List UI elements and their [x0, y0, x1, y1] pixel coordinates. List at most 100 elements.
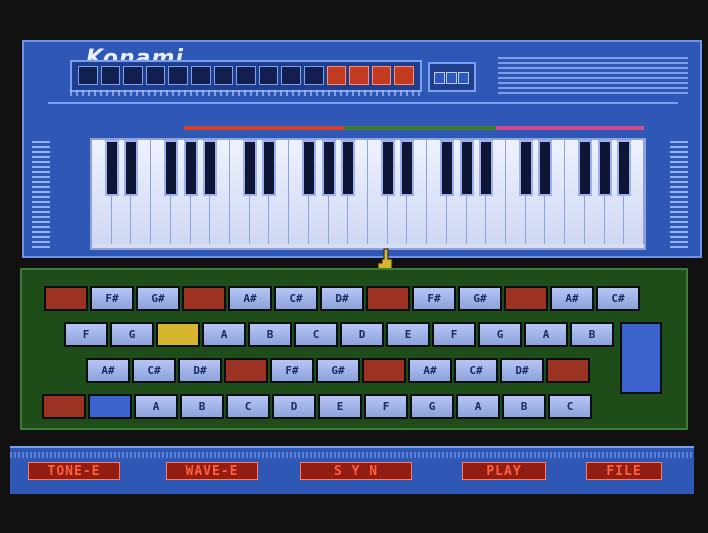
control-key[interactable]: [546, 358, 590, 383]
panel-divider: [48, 102, 678, 104]
control-key[interactable]: A#: [408, 358, 452, 383]
range-indicator-red: [184, 126, 344, 130]
bottom-menu: TONE-E WAVE-E S Y N PLAY FILE: [10, 446, 694, 494]
enter-key[interactable]: [620, 322, 662, 394]
black-key[interactable]: [577, 140, 592, 196]
control-key[interactable]: G#: [136, 286, 180, 311]
control-key[interactable]: G: [478, 322, 522, 347]
control-key[interactable]: G#: [316, 358, 360, 383]
control-key[interactable]: C: [548, 394, 592, 419]
synth-screen: Konami F# G# A# C# D# F# G# A# C# F G A B C D E F G A B A# C#…: [0, 0, 708, 533]
play-button[interactable]: PLAY: [462, 462, 546, 480]
control-key[interactable]: C#: [274, 286, 318, 311]
lcd-cell: [349, 66, 369, 85]
control-key[interactable]: B: [502, 394, 546, 419]
control-key[interactable]: C#: [132, 358, 176, 383]
control-key[interactable]: A#: [86, 358, 130, 383]
control-key[interactable]: E: [318, 394, 362, 419]
control-key[interactable]: F: [432, 322, 476, 347]
control-key[interactable]: D: [340, 322, 384, 347]
lcd-cell: [190, 66, 211, 85]
lcd-cell: [78, 66, 98, 85]
file-button[interactable]: FILE: [586, 462, 662, 480]
lcd-cell: [168, 66, 188, 85]
black-key[interactable]: [321, 140, 336, 196]
black-key[interactable]: [262, 140, 277, 196]
black-key[interactable]: [183, 140, 198, 196]
volume-box[interactable]: [428, 62, 476, 92]
control-key[interactable]: [44, 286, 88, 311]
lcd-cell: [258, 66, 279, 85]
piano-keyboard[interactable]: [90, 138, 646, 250]
control-key[interactable]: F: [364, 394, 408, 419]
black-key[interactable]: [597, 140, 612, 196]
black-key[interactable]: [617, 140, 632, 196]
left-vent: [32, 138, 50, 248]
control-key[interactable]: G#: [458, 286, 502, 311]
control-key[interactable]: A#: [550, 286, 594, 311]
black-key[interactable]: [301, 140, 316, 196]
control-key[interactable]: [182, 286, 226, 311]
black-key[interactable]: [104, 140, 119, 196]
black-key[interactable]: [518, 140, 533, 196]
black-key[interactable]: [538, 140, 553, 196]
control-key[interactable]: [504, 286, 548, 311]
control-key[interactable]: D#: [178, 358, 222, 383]
control-key[interactable]: C#: [454, 358, 498, 383]
control-key[interactable]: [366, 286, 410, 311]
lcd-cell: [326, 66, 347, 85]
control-key[interactable]: F: [64, 322, 108, 347]
control-key[interactable]: A#: [228, 286, 272, 311]
black-key[interactable]: [341, 140, 356, 196]
black-key[interactable]: [203, 140, 218, 196]
lcd-display: [70, 60, 422, 92]
control-key[interactable]: F#: [270, 358, 314, 383]
control-key[interactable]: C: [294, 322, 338, 347]
menu-strip: [10, 452, 694, 458]
black-key[interactable]: [439, 140, 454, 196]
control-key[interactable]: D#: [320, 286, 364, 311]
control-key[interactable]: [156, 322, 200, 347]
control-key[interactable]: F#: [412, 286, 456, 311]
control-key[interactable]: B: [570, 322, 614, 347]
lcd-cell: [145, 66, 166, 85]
syn-button[interactable]: S Y N: [300, 462, 412, 480]
control-key[interactable]: A: [134, 394, 178, 419]
control-key[interactable]: B: [180, 394, 224, 419]
black-key[interactable]: [163, 140, 178, 196]
black-key[interactable]: [380, 140, 395, 196]
range-indicator-green: [344, 126, 496, 130]
control-key[interactable]: G: [410, 394, 454, 419]
control-key[interactable]: C: [226, 394, 270, 419]
tone-edit-button[interactable]: TONE-E: [28, 462, 120, 480]
control-key[interactable]: E: [386, 322, 430, 347]
control-key[interactable]: B: [248, 322, 292, 347]
control-key[interactable]: [362, 358, 406, 383]
right-vent: [670, 138, 688, 248]
lcd-cell: [123, 66, 143, 85]
speaker-grille: [498, 54, 688, 94]
control-key[interactable]: [88, 394, 132, 419]
lcd-cell: [236, 66, 256, 85]
control-key[interactable]: C#: [596, 286, 640, 311]
key-grid-board: F# G# A# C# D# F# G# A# C# F G A B C D E F G A B A# C# D# F# G# A…: [20, 268, 688, 430]
control-key[interactable]: G: [110, 322, 154, 347]
control-key[interactable]: D#: [500, 358, 544, 383]
control-key[interactable]: F#: [90, 286, 134, 311]
control-key[interactable]: A: [202, 322, 246, 347]
control-key[interactable]: A: [524, 322, 568, 347]
display-dots: [70, 90, 422, 96]
control-key[interactable]: [42, 394, 86, 419]
black-key[interactable]: [242, 140, 257, 196]
lcd-cell: [213, 66, 234, 85]
black-key[interactable]: [124, 140, 139, 196]
control-key[interactable]: [224, 358, 268, 383]
black-key[interactable]: [459, 140, 474, 196]
control-key[interactable]: A: [456, 394, 500, 419]
black-key[interactable]: [479, 140, 494, 196]
black-key[interactable]: [400, 140, 415, 196]
lcd-cell: [281, 66, 301, 85]
control-key[interactable]: D: [272, 394, 316, 419]
range-indicator-pink: [496, 126, 644, 130]
wave-edit-button[interactable]: WAVE-E: [166, 462, 258, 480]
